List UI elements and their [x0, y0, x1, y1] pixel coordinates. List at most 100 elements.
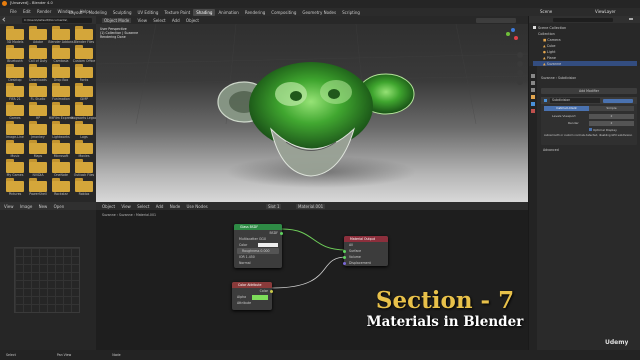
folder-icon[interactable]	[6, 159, 24, 173]
glass-bsdf-node[interactable]: Glass BSDF BSDF Multiscatter GGX Color R…	[234, 224, 283, 268]
back-arrow-icon[interactable]	[2, 17, 7, 22]
surface-socket[interactable]	[342, 249, 346, 253]
folder-icon[interactable]	[52, 140, 70, 154]
folder-icon[interactable]	[6, 121, 24, 135]
catmull-clark-tab[interactable]: Catmull-Clark	[544, 106, 589, 111]
add-modifier-button[interactable]: Add Modifier	[541, 88, 637, 94]
folder-icon[interactable]	[52, 121, 70, 135]
folder-icon[interactable]	[6, 140, 24, 154]
modifier-header[interactable]: Subdivision	[541, 97, 637, 104]
color-attribute-node[interactable]: Color Attribute Color Alpha Attribute	[232, 282, 273, 310]
workspace-tab-uv-editing[interactable]: UV Editing	[135, 9, 162, 16]
folder-icon[interactable]	[75, 102, 93, 116]
camera-view-icon[interactable]	[517, 70, 523, 76]
viewport-menu-object[interactable]: Object	[186, 18, 199, 23]
scene-selector[interactable]: Scene	[540, 9, 552, 14]
object-mode-dropdown[interactable]: Object Mode	[102, 17, 132, 23]
gizmo-y-icon[interactable]	[506, 32, 510, 36]
attrib-color-swatch[interactable]	[252, 294, 268, 300]
folder-icon[interactable]	[29, 102, 47, 116]
folder-icon[interactable]	[52, 178, 70, 192]
color-swatch[interactable]	[258, 243, 278, 247]
gizmo-z-icon[interactable]	[511, 28, 515, 32]
material-props-icon[interactable]	[531, 109, 535, 113]
volume-socket[interactable]	[342, 255, 346, 259]
output-props-icon[interactable]	[531, 81, 535, 85]
navigation-gizmo[interactable]	[502, 28, 522, 48]
folder-icon[interactable]	[75, 140, 93, 154]
workspace-tab-modeling[interactable]: Modeling	[86, 9, 110, 16]
folder-icon[interactable]	[6, 64, 24, 78]
material-output-node[interactable]: Material Output All Surface Volume Displ…	[342, 236, 388, 266]
folder-icon[interactable]	[75, 26, 93, 40]
image-menu-image[interactable]: Image	[20, 204, 33, 209]
attrib-name-field[interactable]: Attribute	[232, 300, 272, 306]
folder-icon[interactable]	[52, 26, 70, 40]
simple-tab[interactable]: Simple	[589, 106, 634, 111]
object-props-icon[interactable]	[531, 95, 535, 99]
folder-icon[interactable]	[29, 159, 47, 173]
folder-icon[interactable]	[75, 121, 93, 135]
workspace-tab-geometry-nodes[interactable]: Geometry Nodes	[299, 9, 339, 16]
image-menu-view[interactable]: View	[4, 204, 14, 209]
displacement-socket[interactable]	[342, 261, 346, 265]
scene-props-icon[interactable]	[531, 88, 535, 92]
menu-render[interactable]: Render	[37, 9, 51, 14]
bsdf-output-socket[interactable]	[280, 231, 283, 235]
optimal-display-checkbox[interactable]: Optimal Display	[589, 128, 617, 132]
zoom-icon[interactable]	[517, 52, 523, 58]
shading-mode-buttons[interactable]	[476, 17, 516, 23]
image-new-button[interactable]: New	[39, 204, 48, 209]
folder-icon[interactable]	[52, 102, 70, 116]
pan-hand-icon[interactable]	[517, 61, 523, 67]
folder-icon[interactable]	[29, 83, 47, 97]
render-props-icon[interactable]	[531, 74, 535, 78]
folder-icon[interactable]	[6, 83, 24, 97]
image-open-button[interactable]: Open	[54, 204, 65, 209]
filter-icon[interactable]	[629, 18, 633, 21]
viewport-3d[interactable]: Object Mode View Select Add Object User …	[96, 16, 528, 202]
ortho-toggle-icon[interactable]	[517, 79, 523, 85]
workspace-tab-animation[interactable]: Animation	[215, 9, 241, 16]
attrib-output-socket[interactable]	[270, 289, 273, 293]
folder-icon[interactable]	[29, 26, 47, 40]
folder-icon[interactable]	[29, 45, 47, 59]
folder-icon[interactable]	[75, 83, 93, 97]
workspace-tab-compositing[interactable]: Compositing	[268, 9, 299, 16]
folder-icon[interactable]	[29, 140, 47, 154]
folder-icon[interactable]	[52, 64, 70, 78]
viewport-menu-select[interactable]: Select	[153, 18, 165, 23]
path-field[interactable]: C:\Users\default\Documents\	[22, 17, 92, 23]
folder-icon[interactable]	[75, 159, 93, 173]
modifier-name-field[interactable]: Subdivision	[550, 98, 600, 103]
folder-icon[interactable]	[6, 45, 24, 59]
menu-edit[interactable]: Edit	[23, 9, 31, 14]
folder-icon[interactable]	[6, 102, 24, 116]
workspace-tab-shading[interactable]: Shading	[193, 8, 216, 16]
workspace-tab-scripting[interactable]: Scripting	[339, 9, 363, 16]
workspace-tab-texture-paint[interactable]: Texture Paint	[161, 9, 193, 16]
render-levels-field[interactable]: 2	[589, 121, 634, 126]
viewport-menu-add[interactable]: Add	[172, 18, 180, 23]
modifier-props-icon[interactable]	[531, 102, 535, 106]
view-layer-selector[interactable]: ViewLayer	[595, 9, 616, 14]
folder-icon[interactable]	[75, 178, 93, 192]
folder-icon[interactable]	[6, 26, 24, 40]
workspace-tab-sculpting[interactable]: Sculpting	[110, 9, 135, 16]
folder-icon[interactable]	[75, 45, 93, 59]
menu-file[interactable]: File	[10, 9, 17, 14]
folder-icon[interactable]	[29, 121, 47, 135]
folder-icon[interactable]	[52, 159, 70, 173]
folder-icon[interactable]	[6, 178, 24, 192]
workspace-tab-rendering[interactable]: Rendering	[242, 9, 268, 16]
gizmo-x-icon[interactable]	[514, 36, 518, 40]
outliner-search-field[interactable]	[553, 17, 613, 22]
folder-icon[interactable]	[52, 83, 70, 97]
levels-viewport-field[interactable]: 2	[589, 114, 634, 119]
folder-icon[interactable]	[75, 64, 93, 78]
workspace-tab-layout[interactable]: Layout	[66, 9, 86, 16]
viewport-menu-view[interactable]: View	[137, 18, 147, 23]
modifier-toggle-icons[interactable]	[603, 98, 633, 103]
folder-icon[interactable]	[29, 178, 47, 192]
folder-icon[interactable]	[29, 64, 47, 78]
